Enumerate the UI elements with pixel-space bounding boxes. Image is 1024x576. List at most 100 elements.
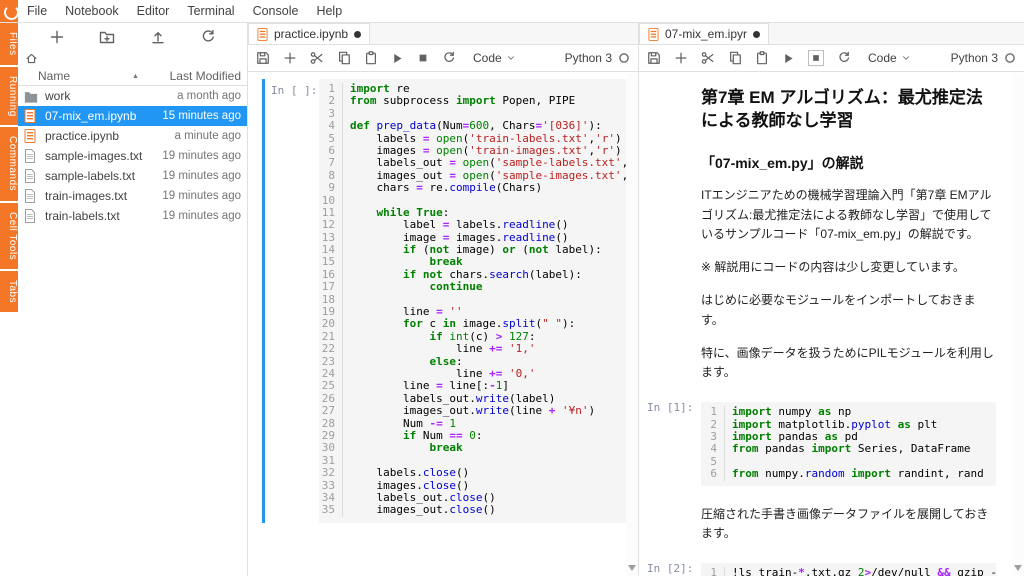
folder-icon — [24, 89, 39, 104]
cut-cells-button[interactable] — [310, 51, 324, 65]
breadcrumb — [18, 50, 247, 67]
add-cell-button[interactable] — [283, 51, 297, 65]
activity-sidebar: Files Running Commands Cell Tools Tabs — [0, 23, 18, 576]
menu-bar: File Notebook Editor Terminal Console He… — [0, 0, 1024, 23]
copy-cells-button[interactable] — [728, 51, 742, 65]
restart-kernel-button[interactable] — [442, 51, 456, 65]
upload-button[interactable] — [146, 26, 170, 48]
sidebar-tab-cell-tools[interactable]: Cell Tools — [0, 202, 18, 269]
stop-kernel-button[interactable] — [808, 50, 824, 66]
code-cell[interactable]: In [1]: 1 import numpy as np 2 import matpl… — [639, 396, 1012, 491]
run-cell-button[interactable] — [391, 52, 404, 65]
sidebar-tab-tabs[interactable]: Tabs — [0, 270, 18, 312]
notebook-icon — [24, 109, 39, 124]
file-name: sample-labels.txt — [45, 169, 136, 183]
file-row[interactable]: train-images.txt 19 minutes ago — [18, 186, 247, 206]
file-modified: a month ago — [177, 90, 241, 102]
cut-cells-button[interactable] — [701, 51, 715, 65]
cell-type-dropdown[interactable]: Code — [473, 51, 516, 65]
vertical-scrollbar[interactable] — [1012, 73, 1024, 576]
file-name: 07-mix_em.ipynb — [45, 109, 137, 123]
folder-plus-icon — [100, 31, 115, 43]
text-file-icon — [24, 149, 39, 164]
plus-icon — [50, 30, 64, 43]
cell-prompt: In [1]: — [647, 401, 694, 415]
cell-prompt: In [2]: — [647, 562, 694, 576]
new-folder-button[interactable] — [95, 26, 119, 48]
kernel-name: Python 3 — [950, 51, 998, 65]
sidebar-tab-running[interactable]: Running — [0, 66, 18, 126]
markdown-paragraph: 特に、画像データを扱うためにPILモジュールを利用します。 — [701, 345, 994, 380]
code-editor[interactable]: 1 import numpy as np 2 import matplotlib.py… — [701, 402, 996, 486]
notebook-icon — [257, 27, 268, 41]
paste-cells-button[interactable] — [364, 51, 378, 65]
markdown-paragraph: ITエンジニアための機械学習理論入門「第7章 EMアルゴリズム:最尤推定法による… — [701, 187, 992, 242]
menu-terminal[interactable]: Terminal — [178, 4, 243, 18]
code-editor[interactable]: 1 !ls train-*.txt.gz 2>/dev/null && gzip … — [701, 563, 996, 576]
markdown-paragraph: 圧縮された手書き画像データファイルを展開しておきます。 — [701, 506, 989, 541]
column-last-modified[interactable]: Last Modified — [170, 69, 241, 83]
restart-kernel-button[interactable] — [837, 51, 851, 65]
cell-prompt — [647, 73, 701, 396]
menu-notebook[interactable]: Notebook — [56, 4, 128, 18]
kernel-status-icon — [619, 53, 629, 63]
notebook-icon — [648, 27, 659, 41]
scroll-down-icon[interactable] — [628, 565, 636, 571]
file-name: practice.ipynb — [45, 129, 120, 143]
copy-cells-button[interactable] — [337, 51, 351, 65]
refresh-files-button[interactable] — [196, 26, 220, 48]
file-row[interactable]: sample-labels.txt 19 minutes ago — [18, 166, 247, 186]
save-button[interactable] — [647, 51, 661, 65]
file-name: train-labels.txt — [45, 209, 120, 223]
chevron-down-icon — [507, 56, 514, 60]
file-row[interactable]: work a month ago — [18, 86, 247, 106]
stop-kernel-button[interactable] — [417, 52, 429, 64]
notebook-icon — [24, 129, 39, 144]
sidebar-tab-files[interactable]: Files — [0, 23, 18, 65]
tab-label: 07-mix_em.ipyr — [665, 27, 748, 41]
markdown-paragraph: はじめに必要なモジュールをインポートしておきます。 — [701, 293, 976, 327]
tab-07-mix-em-ipynb[interactable]: 07-mix_em.ipyr — [639, 23, 770, 44]
file-row[interactable]: sample-images.txt 19 minutes ago — [18, 146, 247, 166]
unsaved-changes-dot — [354, 30, 362, 38]
add-cell-button[interactable] — [674, 51, 688, 65]
new-launcher-button[interactable] — [45, 26, 69, 48]
notebook-scroll-area[interactable]: 第7章 EM アルゴリズム：最尤推定法による教師なし学習 「07-mix_em.… — [639, 73, 1012, 576]
home-icon[interactable] — [25, 52, 38, 65]
menu-help[interactable]: Help — [307, 4, 351, 18]
file-modified: 15 minutes ago — [162, 110, 241, 122]
markdown-paragraph: ※ 解説用にコードの内容は少し変更しています。 — [701, 260, 965, 275]
code-cell[interactable]: In [2]: 1 !ls train-*.txt.gz 2>/dev/null … — [639, 557, 1012, 576]
notebook-scroll-area[interactable]: In [ ]: 1 import re 2 from subprocess impor… — [248, 73, 638, 576]
kernel-indicator[interactable]: Python 3 — [951, 51, 1016, 65]
kernel-status-icon — [1005, 53, 1015, 63]
column-name[interactable]: Name — [38, 69, 70, 83]
vertical-scrollbar[interactable] — [626, 73, 638, 576]
notebook-panel-07-mix-em: 07-mix_em.ipyr Code Python 3 第7章 EM アルゴリ… — [638, 23, 1024, 576]
menu-file[interactable]: File — [18, 4, 56, 18]
file-row-selected[interactable]: 07-mix_em.ipynb 15 minutes ago — [18, 106, 247, 126]
menu-console[interactable]: Console — [244, 4, 308, 18]
kernel-indicator[interactable]: Python 3 — [565, 51, 630, 65]
tab-practice-ipynb[interactable]: practice.ipynb — [248, 23, 371, 44]
file-browser-toolbar — [18, 23, 247, 50]
chevron-down-icon — [902, 56, 909, 60]
unsaved-changes-dot — [753, 30, 761, 38]
file-row[interactable]: practice.ipynb a minute ago — [18, 126, 247, 146]
run-cell-button[interactable] — [782, 52, 795, 65]
cell-type-value: Code — [868, 51, 897, 65]
file-list-header: Name ▲ Last Modified — [18, 67, 247, 86]
markdown-cell[interactable]: 圧縮された手書き画像データファイルを展開しておきます。 — [639, 492, 1012, 558]
code-editor[interactable]: 1 import re 2 from subprocess import Popen,… — [319, 79, 626, 523]
sort-ascending-icon[interactable]: ▲ — [132, 73, 139, 80]
markdown-cell[interactable]: 第7章 EM アルゴリズム：最尤推定法による教師なし学習 「07-mix_em.… — [639, 73, 1012, 396]
code-cell[interactable]: In [ ]: 1 import re 2 from subprocess impor… — [248, 73, 638, 523]
sidebar-tab-commands[interactable]: Commands — [0, 127, 18, 201]
file-row[interactable]: train-labels.txt 19 minutes ago — [18, 206, 247, 226]
scroll-down-icon[interactable] — [1014, 565, 1022, 571]
tab-label: practice.ipynb — [274, 27, 349, 41]
paste-cells-button[interactable] — [755, 51, 769, 65]
menu-editor[interactable]: Editor — [128, 4, 179, 18]
cell-type-dropdown[interactable]: Code — [868, 51, 911, 65]
save-button[interactable] — [256, 51, 270, 65]
